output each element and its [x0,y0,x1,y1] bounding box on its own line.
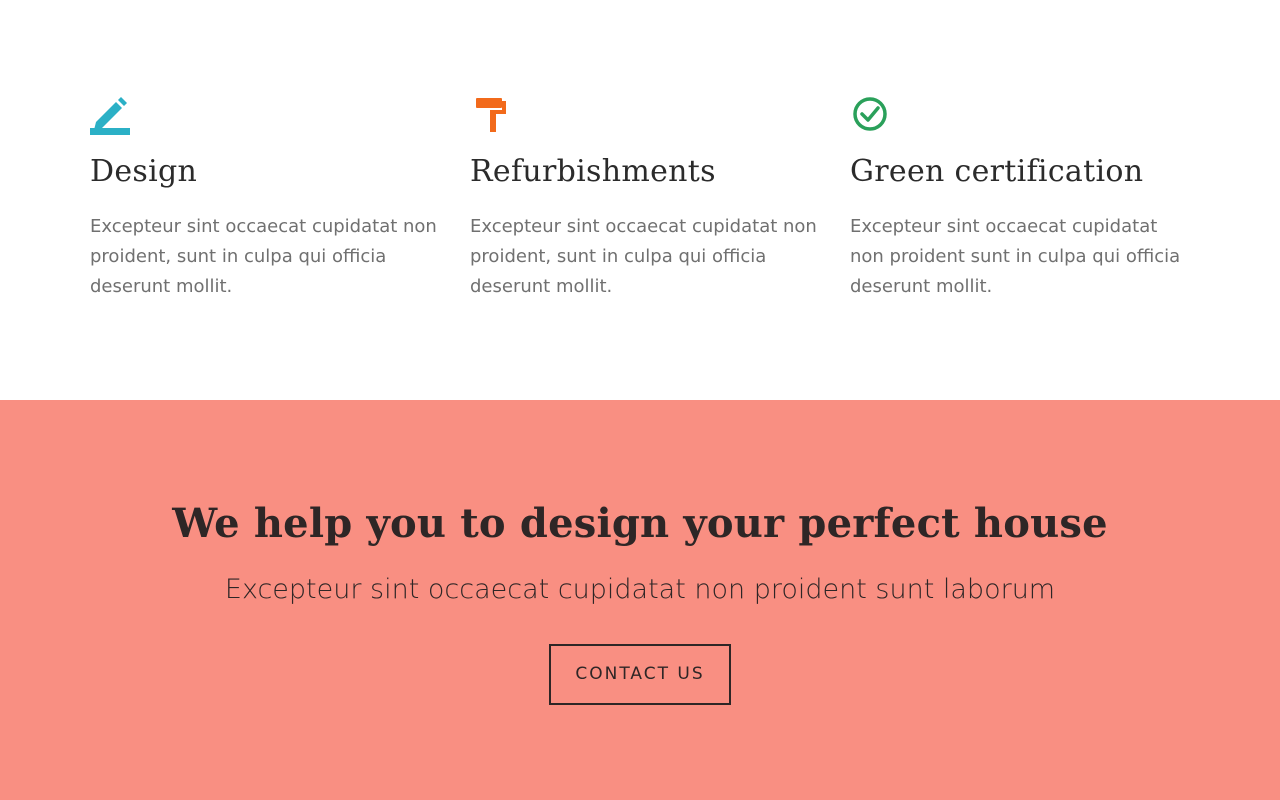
feature-text: Excepteur sint occaecat cupidatat non pr… [850,216,1181,297]
feature-refurbishments: Refurbishments Excepteur sint occaecat c… [470,92,820,302]
feature-title: Design [90,154,198,189]
pencil-icon [90,92,132,136]
cta-section: We help you to design your perfect house… [0,400,1280,800]
paint-roller-icon [470,92,512,136]
cta-heading: We help you to design your perfect house [172,500,1108,547]
contact-us-button[interactable]: CONTACT US [549,644,731,705]
feature-design: Design Excepteur sint occaecat cupidatat… [90,92,440,302]
feature-text: Excepteur sint occaecat cupidatat non pr… [90,216,437,297]
feature-title: Green certification [850,154,1144,189]
cta-lead: Excepteur sint occaecat cupidatat non pr… [224,574,1056,605]
feature-text: Excepteur sint occaecat cupidatat non pr… [470,216,817,297]
feature-green-certification: Green certification Excepteur sint occae… [850,92,1195,302]
feature-title: Refurbishments [470,154,716,189]
check-circle-icon [850,92,892,136]
features-section: Design Excepteur sint occaecat cupidatat… [0,0,1280,400]
